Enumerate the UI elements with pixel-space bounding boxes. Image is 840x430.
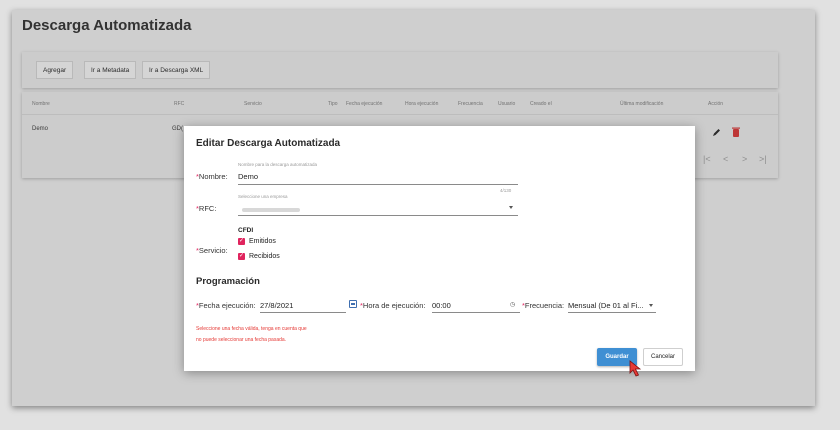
cfdi-group-label: CFDI xyxy=(238,227,254,234)
fecha-input[interactable]: 27/8/2021 xyxy=(260,301,293,310)
hora-input[interactable]: 00:00 xyxy=(432,301,451,310)
fecha-label: *Fecha ejecución: xyxy=(196,301,256,310)
hora-underline xyxy=(432,312,520,313)
rfc-select-value[interactable] xyxy=(242,208,300,212)
mouse-cursor-icon xyxy=(628,360,644,383)
emitidos-checkbox[interactable]: ✓ xyxy=(238,238,245,245)
clock-icon[interactable]: ◷ xyxy=(510,301,515,308)
nombre-underline xyxy=(238,184,518,185)
rfc-dropdown-caret[interactable] xyxy=(509,206,513,209)
frecuencia-dropdown-caret[interactable] xyxy=(649,304,653,307)
rfc-hint: Seleccione una empresa xyxy=(238,194,288,199)
servicio-label: *Servicio: xyxy=(196,246,228,255)
frecuencia-select[interactable]: Mensual (De 01 al Fi... xyxy=(568,301,643,310)
nombre-hint: Nombre para la descarga automatizada xyxy=(238,162,318,167)
cancel-button[interactable]: Cancelar xyxy=(643,348,683,366)
nombre-input[interactable]: Demo xyxy=(238,172,258,181)
calendar-icon[interactable] xyxy=(349,300,357,308)
fecha-error-line-1: Seleccione una fecha válida, tenga en cu… xyxy=(196,326,307,332)
dialog-title: Editar Descarga Automatizada xyxy=(196,138,341,149)
hora-label: *Hora de ejecución: xyxy=(360,301,426,310)
nombre-label: *Nombre: xyxy=(196,172,228,181)
recibidos-checkbox[interactable]: ✓ xyxy=(238,253,245,260)
rfc-underline xyxy=(238,215,518,216)
frecuencia-underline xyxy=(568,312,656,313)
programacion-heading: Programación xyxy=(196,276,260,287)
fecha-underline xyxy=(260,312,346,313)
emitidos-label: Emitidos xyxy=(249,238,276,245)
fecha-error-line-2: no puede seleccionar una fecha pasada. xyxy=(196,337,287,343)
rfc-label: *RFC: xyxy=(196,204,217,213)
edit-dialog: Editar Descarga Automatizada *Nombre: No… xyxy=(184,126,695,377)
frecuencia-label: *Frecuencia: xyxy=(522,301,565,310)
recibidos-label: Recibidos xyxy=(249,253,280,260)
nombre-counter: 4/130 xyxy=(500,188,512,193)
